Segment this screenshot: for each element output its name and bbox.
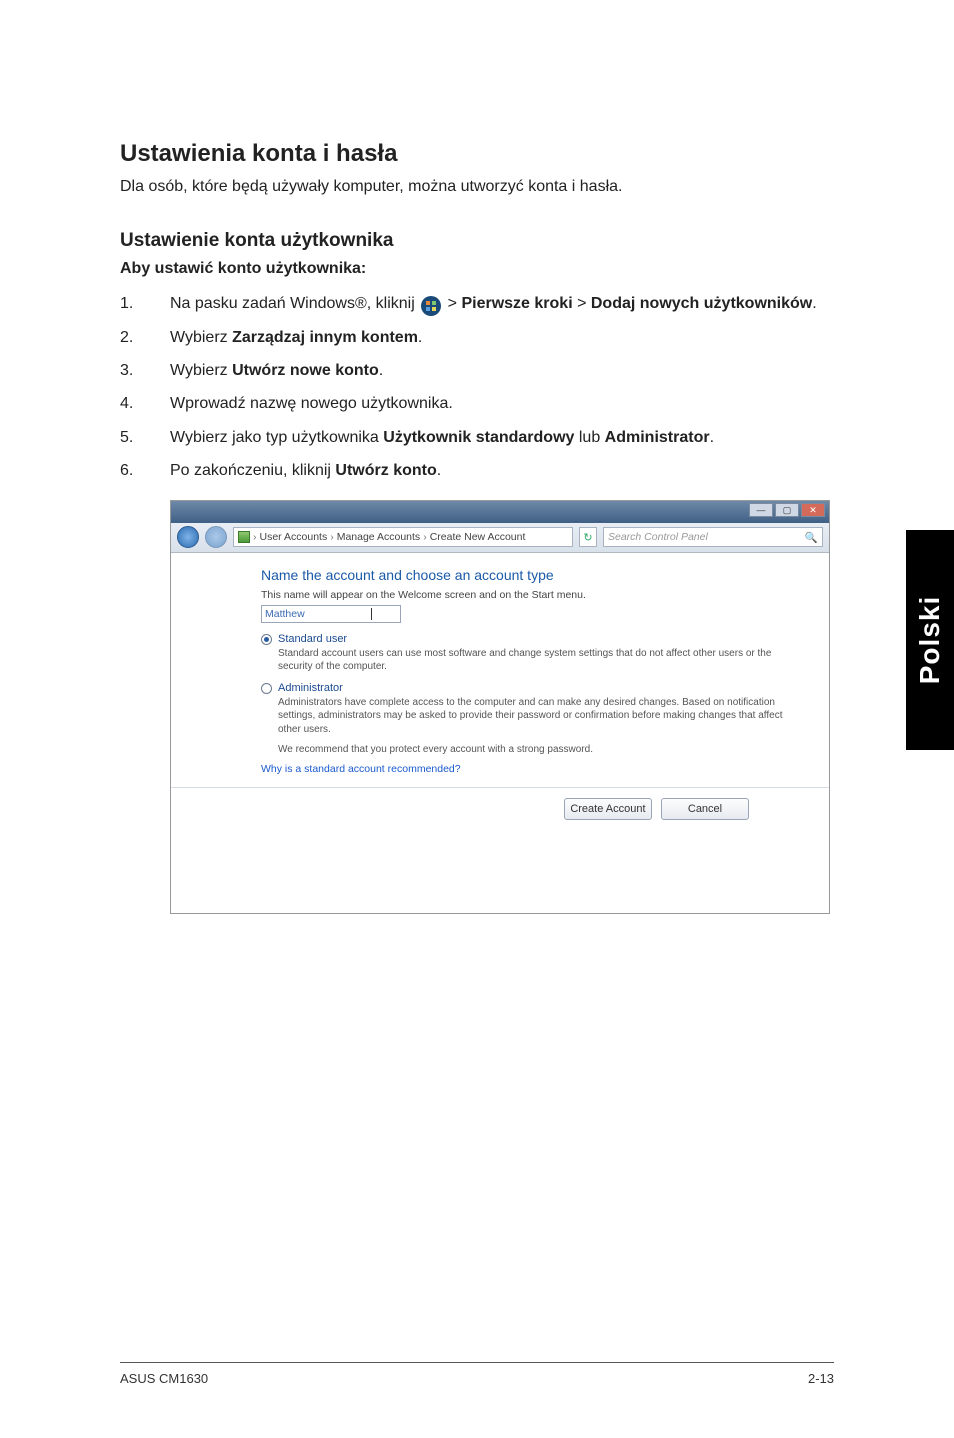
window-titlebar[interactable]: — ▢ ✕ (171, 501, 829, 523)
step-number: 3. (120, 359, 170, 382)
breadcrumb-item[interactable]: Manage Accounts (337, 531, 420, 543)
side-language-label: Polski (914, 596, 946, 684)
navigation-bar: › User Accounts › Manage Accounts › Crea… (171, 523, 829, 553)
intro-text: Dla osób, które będą używały komputer, m… (120, 178, 834, 196)
dialog-heading: Name the account and choose an account t… (261, 567, 789, 583)
step-number: 5. (120, 426, 170, 449)
search-placeholder: Search Control Panel (608, 531, 708, 543)
step-number: 1. (120, 292, 170, 316)
dialog-body: Name the account and choose an account t… (171, 553, 829, 913)
standard-user-label: Standard user (278, 633, 347, 645)
step-text: Wybierz jako typ użytkownika Użytkownik … (170, 426, 834, 449)
account-name-value: Matthew (265, 608, 305, 620)
page-title: Ustawienia konta i hasła (120, 140, 834, 168)
radio-unselected-icon (261, 683, 272, 694)
step-number: 4. (120, 392, 170, 415)
page-footer: ASUS CM1630 2-13 (120, 1362, 834, 1386)
window-minimize-button[interactable]: — (749, 503, 773, 517)
section-heading: Ustawienie konta użytkownika (120, 230, 834, 252)
radio-selected-icon (261, 634, 272, 645)
password-recommendation: We recommend that you protect every acco… (278, 744, 789, 755)
refresh-button[interactable]: ↻ (579, 527, 597, 547)
cancel-button[interactable]: Cancel (661, 798, 749, 820)
step-number: 2. (120, 326, 170, 349)
administrator-label: Administrator (278, 682, 343, 694)
create-account-window: — ▢ ✕ › User Accounts › Manage Accounts … (170, 500, 830, 914)
procedure-lead: Aby ustawić konto użytkownika: (120, 260, 834, 278)
step-number: 6. (120, 459, 170, 482)
window-maximize-button[interactable]: ▢ (775, 503, 799, 517)
control-panel-icon (238, 531, 250, 543)
step-text: Na pasku zadań Windows®, kliknij > Pierw… (170, 292, 834, 316)
dialog-subline: This name will appear on the Welcome scr… (261, 589, 789, 601)
step-text: Wprowadź nazwę nowego użytkownika. (170, 392, 834, 415)
side-language-tab: Polski (906, 530, 954, 750)
step-text: Wybierz Zarządzaj innym kontem. (170, 326, 834, 349)
nav-back-button[interactable] (177, 526, 199, 548)
breadcrumb-item[interactable]: User Accounts (260, 531, 328, 543)
window-close-button[interactable]: ✕ (801, 503, 825, 517)
standard-user-desc: Standard account users can use most soft… (278, 647, 789, 674)
footer-left: ASUS CM1630 (120, 1371, 208, 1386)
search-icon: 🔍 (805, 531, 818, 544)
administrator-desc: Administrators have complete access to t… (278, 696, 789, 737)
breadcrumb-item[interactable]: Create New Account (430, 531, 526, 543)
search-input[interactable]: Search Control Panel 🔍 (603, 527, 823, 547)
create-account-button[interactable]: Create Account (564, 798, 652, 820)
standard-user-radio[interactable]: Standard user (261, 633, 789, 645)
step-text: Po zakończeniu, kliknij Utwórz konto. (170, 459, 834, 482)
procedure-steps: 1. Na pasku zadań Windows®, kliknij > Pi… (120, 292, 834, 482)
chevron-right-icon: › (330, 531, 334, 543)
administrator-radio[interactable]: Administrator (261, 682, 789, 694)
why-standard-link[interactable]: Why is a standard account recommended? (261, 763, 789, 775)
chevron-right-icon: › (423, 531, 427, 543)
windows-start-icon (421, 296, 441, 316)
footer-right: 2-13 (808, 1371, 834, 1386)
nav-forward-button[interactable] (205, 526, 227, 548)
account-name-field[interactable]: Matthew (261, 605, 401, 623)
chevron-right-icon: › (253, 531, 257, 543)
breadcrumb[interactable]: › User Accounts › Manage Accounts › Crea… (233, 527, 573, 547)
step-text: Wybierz Utwórz nowe konto. (170, 359, 834, 382)
